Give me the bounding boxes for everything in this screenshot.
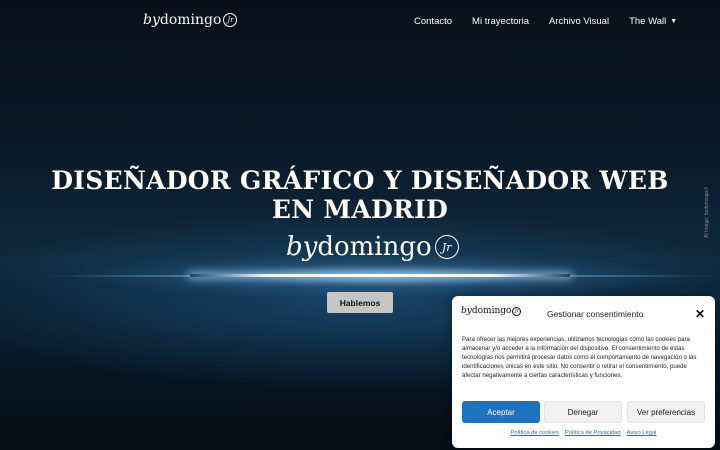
logo-by: by [461, 306, 472, 316]
consent-logo: by domingo Jr [461, 306, 522, 316]
logo-name: domingo [471, 306, 512, 316]
nav-contacto[interactable]: Contacto [414, 16, 452, 27]
chevron-down-icon: ▼ [670, 18, 678, 25]
logo-jr-badge: Jr [512, 306, 522, 316]
deny-button[interactable]: Denegar [544, 401, 622, 423]
light-strip-right [570, 275, 720, 277]
light-strip-left [40, 275, 190, 277]
view-preferences-button[interactable]: Ver preferencias [627, 401, 705, 423]
logo-jr-badge: Jr [434, 235, 459, 259]
nav-archivo-visual[interactable]: Archivo Visual [549, 16, 609, 27]
nav-label: Contacto [414, 16, 453, 27]
nav-label: The Wall [629, 16, 667, 27]
nav-label: Mi trayectoria [472, 16, 530, 27]
hablemos-button[interactable]: Hablemos [327, 292, 393, 313]
consent-title: Gestionar consentimiento [547, 309, 644, 319]
page-title: DISEÑADOR GRÁFICO Y DISEÑADOR WEB EN MAD… [51, 166, 669, 224]
nav-the-wall[interactable]: The Wall ▼ [629, 16, 677, 27]
cookie-consent-dialog: by domingo Jr Gestionar consentimiento ✕… [452, 296, 715, 448]
close-icon[interactable]: ✕ [695, 307, 705, 321]
cookie-policy-link[interactable]: Política de cookies [511, 430, 559, 436]
logo-jr-badge: Jr [223, 13, 238, 27]
main-nav: Contacto Mi trayectoria Archivo Visual T… [414, 16, 677, 27]
consent-links: Política de cookies Política de Privacid… [452, 430, 715, 436]
legal-notice-link[interactable]: Aviso Legal [627, 430, 657, 436]
logo-by: by [143, 12, 160, 28]
logo-name: domingo [317, 232, 432, 262]
hero-logo: by domingo Jr [286, 232, 459, 262]
nav-mi-trayectoria[interactable]: Mi trayectoria [472, 16, 529, 27]
accept-button[interactable]: Aceptar [462, 401, 540, 423]
logo-by: by [286, 232, 318, 262]
nav-label: Archivo Visual [549, 16, 610, 27]
light-strip-center [190, 274, 570, 277]
privacy-policy-link[interactable]: Política de Privacidad [565, 430, 621, 436]
image-credit: AI Image: bydomingoJr [704, 186, 710, 238]
logo-name: domingo [159, 12, 222, 28]
consent-text: Para ofrecer las mejores experiencias, u… [462, 336, 697, 380]
header-logo[interactable]: by domingo Jr [143, 12, 238, 28]
